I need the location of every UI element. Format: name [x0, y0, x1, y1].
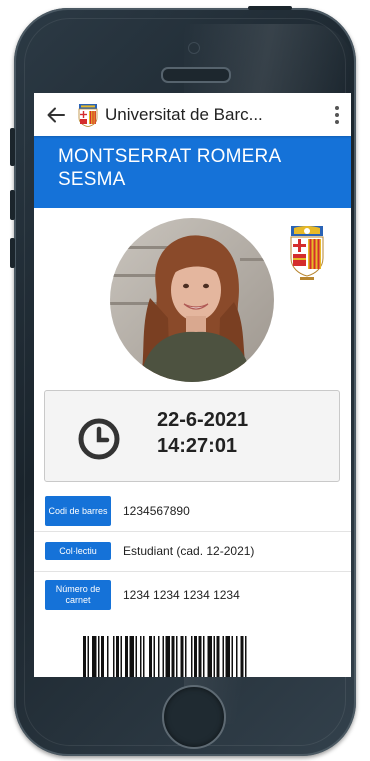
front-camera [188, 42, 200, 54]
timestamp-card: 22-6-2021 14:27:01 [44, 390, 340, 482]
field-label: Col·lectiu [45, 542, 111, 560]
overflow-menu-button[interactable] [323, 93, 351, 136]
holder-name: MONTSERRAT ROMERA SESMA [34, 136, 351, 208]
field-row-card-number: Número de carnet 1234 1234 1234 1234 [34, 571, 351, 619]
clock-icon [78, 418, 120, 460]
card-content: 22-6-2021 14:27:01 Codi de barres 123456… [34, 208, 351, 677]
student-photo-graphic [110, 218, 274, 382]
phone-top-button [248, 6, 292, 10]
timestamp-time: 14:27:01 [157, 435, 238, 457]
phone-volume-up-button [10, 190, 15, 220]
more-vert-icon [335, 105, 339, 110]
field-value: 1234 1234 1234 1234 [123, 588, 240, 602]
back-button[interactable] [34, 93, 78, 136]
phone-side-button [10, 128, 15, 166]
university-shield-icon [78, 103, 98, 127]
field-value: 1234567890 [123, 504, 190, 518]
app-bar-title: Universitat de Barc... [105, 104, 263, 124]
app-bar: Universitat de Barc... [34, 93, 351, 136]
field-row-barcode: Codi de barres 1234567890 [34, 491, 351, 532]
field-row-collective: Col·lectiu Estudiant (cad. 12-2021) [34, 531, 351, 572]
more-vert-icon-dot [335, 112, 339, 117]
phone-volume-down-button [10, 238, 15, 268]
student-photo [110, 218, 274, 382]
field-label: Codi de barres [45, 496, 111, 526]
barcode-icon [83, 636, 247, 677]
home-button[interactable] [162, 685, 226, 749]
arrow-left-icon [47, 107, 65, 122]
field-value: Estudiant (cad. 12-2021) [123, 544, 255, 558]
timestamp-date: 22-6-2021 [157, 409, 249, 431]
earpiece-speaker [161, 67, 231, 83]
field-label: Número de carnet [45, 580, 111, 610]
timestamp: 22-6-2021 14:27:01 [157, 407, 248, 459]
university-crest-icon [290, 226, 324, 280]
more-vert-icon-dot [335, 119, 339, 124]
phone-screen: Universitat de Barc... MONTSERRAT ROMERA… [34, 93, 351, 677]
